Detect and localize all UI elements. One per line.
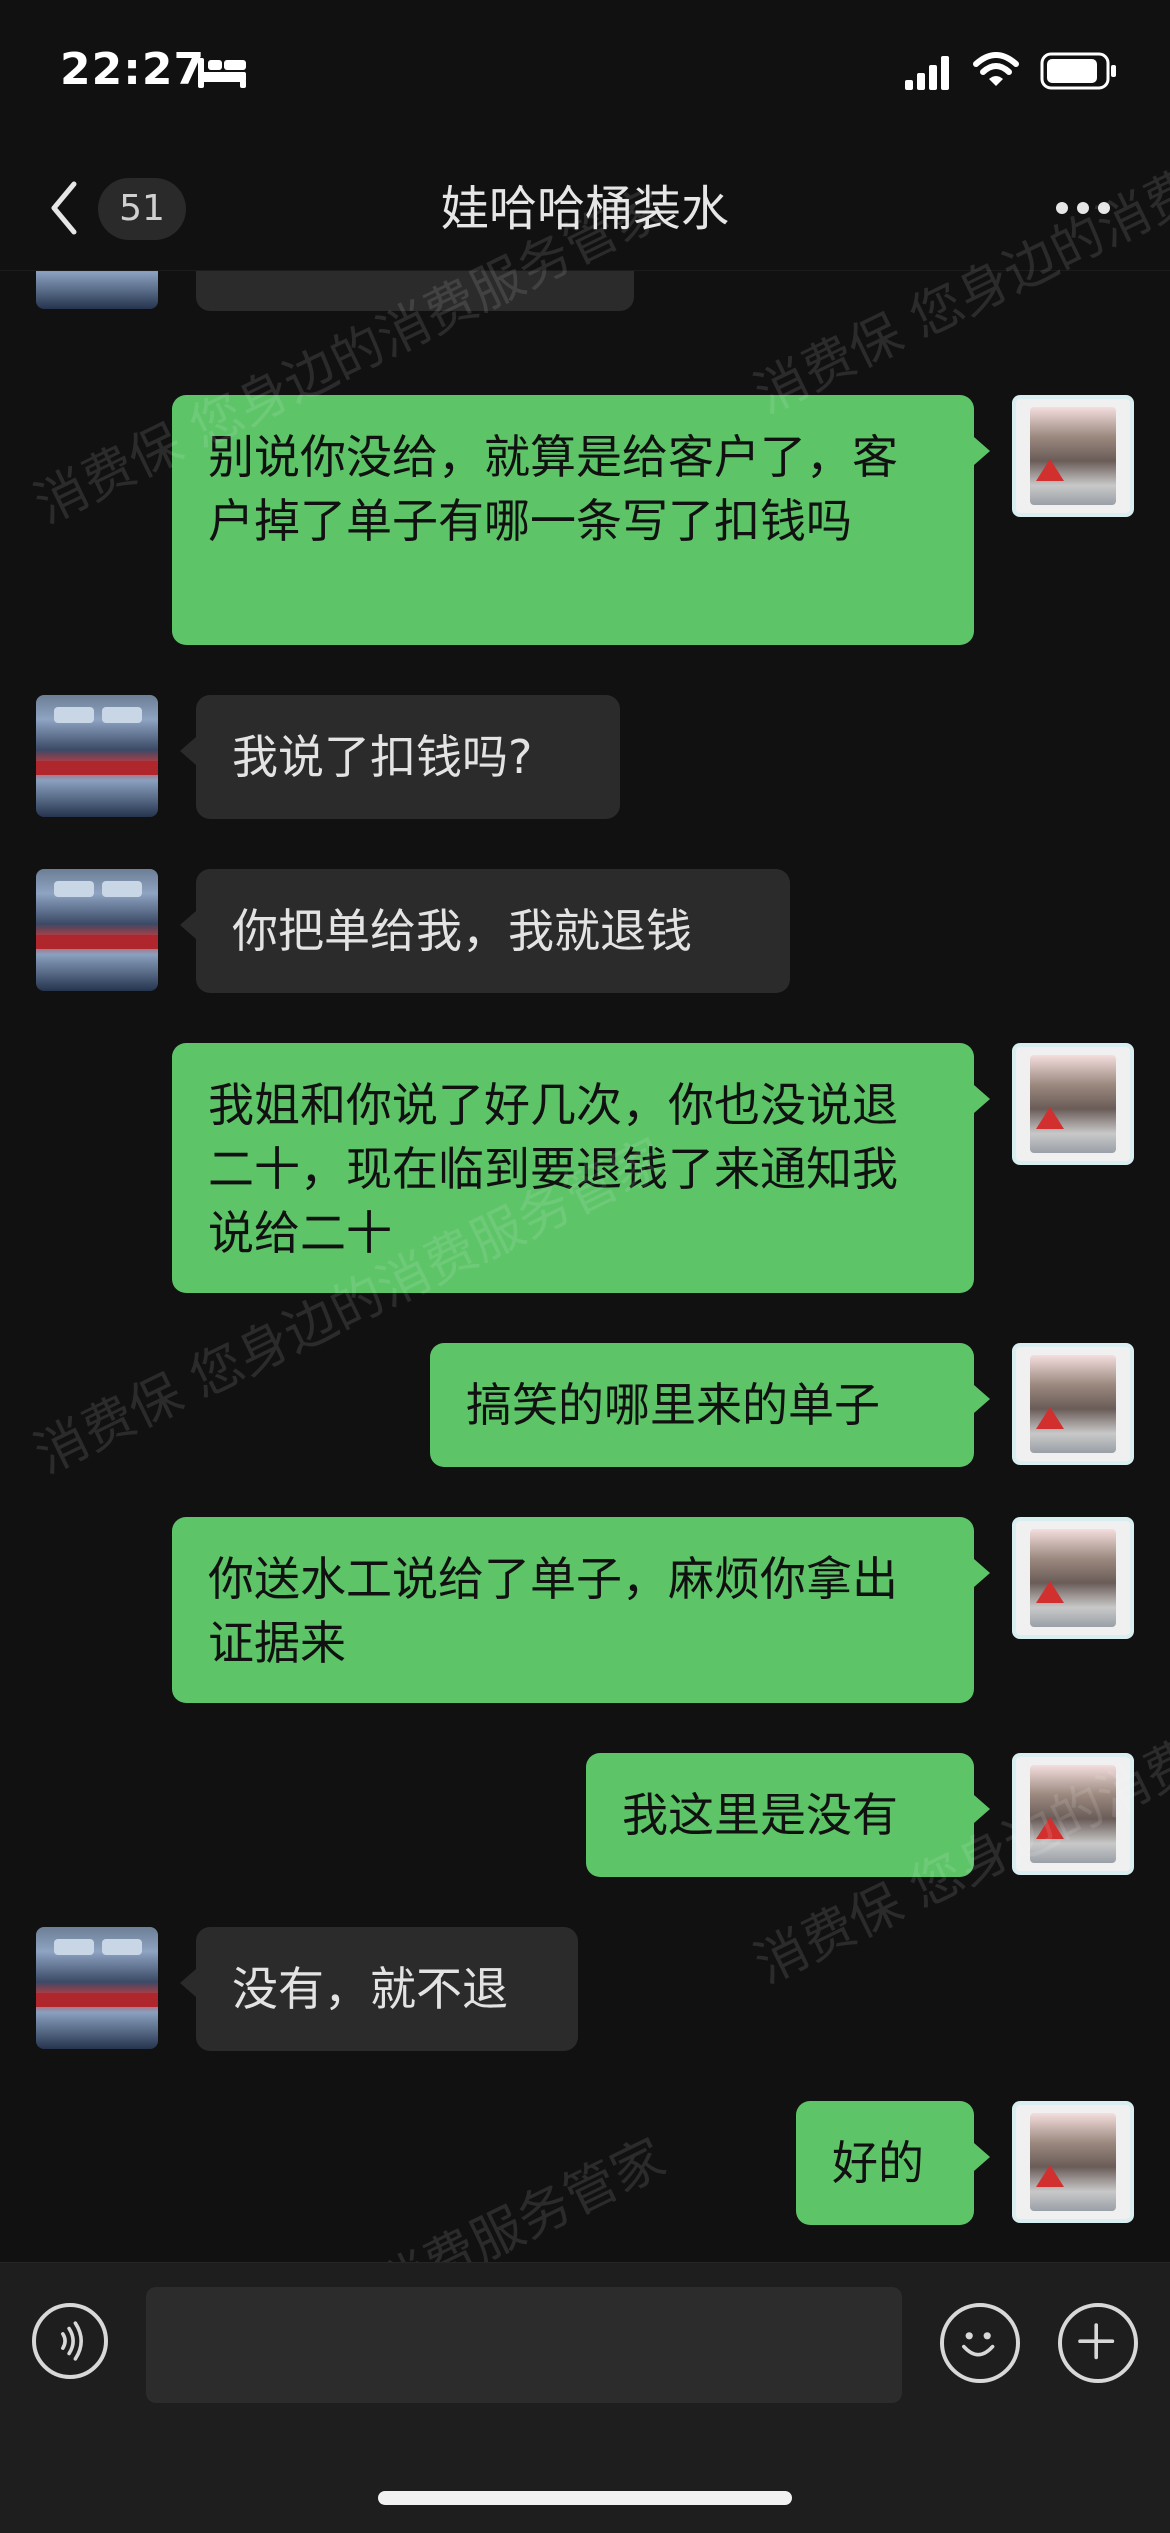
status-bar: 22:27 [0, 0, 1170, 150]
incoming-message-bubble[interactable]: 没有，就不退 [180, 1927, 578, 2051]
cat-dog-avatar[interactable] [1012, 1343, 1134, 1465]
cat-dog-avatar[interactable] [1012, 1753, 1134, 1875]
chat-title: 娃哈哈桶装水 [440, 181, 729, 237]
outgoing-message-bubble[interactable]: 我姐和你说了好几次，你也没说退二十，现在临到要退钱了来通知我说给二十 [172, 1043, 990, 1293]
wifi-icon [973, 52, 1019, 86]
bed-icon [198, 58, 246, 88]
cat-dog-avatar[interactable] [1012, 395, 1134, 517]
home-indicator[interactable] [378, 2491, 792, 2505]
incoming-message-bubble[interactable]: 你把单给我，我就退钱 [180, 869, 790, 993]
message-list[interactable]: 我说了你没给吗 别说你没给，就算是给客户了，客户掉了单子有哪一条写了扣钱吗 我说… [0, 271, 1170, 2261]
water-bottles-avatar[interactable] [36, 695, 158, 817]
incoming-message-bubble[interactable]: 我说了扣钱吗? [180, 695, 620, 819]
voice-icon[interactable] [32, 2303, 108, 2379]
outgoing-message-bubble[interactable]: 我这里是没有 [586, 1753, 990, 1877]
chat-header: 51 娃哈哈桶装水 [0, 150, 1170, 271]
message-input-bar [0, 2262, 1170, 2533]
emoji-icon[interactable] [940, 2303, 1020, 2383]
battery-icon [1040, 52, 1116, 90]
water-bottles-avatar[interactable] [36, 869, 158, 991]
message-input[interactable] [146, 2287, 902, 2403]
cat-dog-avatar[interactable] [1012, 1043, 1134, 1165]
cat-dog-avatar[interactable] [1012, 1517, 1134, 1639]
incoming-message-bubble[interactable]: 我说了你没给吗 [196, 271, 634, 311]
water-bottles-avatar[interactable] [36, 1927, 158, 2049]
cellular-signal-icon [905, 56, 949, 90]
outgoing-message-bubble[interactable]: 搞笑的哪里来的单子 [430, 1343, 990, 1467]
plus-icon[interactable] [1058, 2303, 1138, 2383]
outgoing-message-bubble[interactable]: 好的 [796, 2101, 990, 2225]
status-time: 22:27 [60, 44, 206, 95]
water-bottles-avatar[interactable] [36, 271, 158, 309]
chevron-left-icon[interactable] [46, 178, 82, 238]
outgoing-message-bubble[interactable]: 你送水工说给了单子，麻烦你拿出证据来 [172, 1517, 990, 1703]
unread-count-badge[interactable]: 51 [98, 178, 186, 240]
outgoing-message-bubble[interactable]: 别说你没给，就算是给客户了，客户掉了单子有哪一条写了扣钱吗 [172, 395, 990, 645]
more-dots-icon[interactable] [1054, 198, 1112, 218]
cat-dog-avatar[interactable] [1012, 2101, 1134, 2223]
